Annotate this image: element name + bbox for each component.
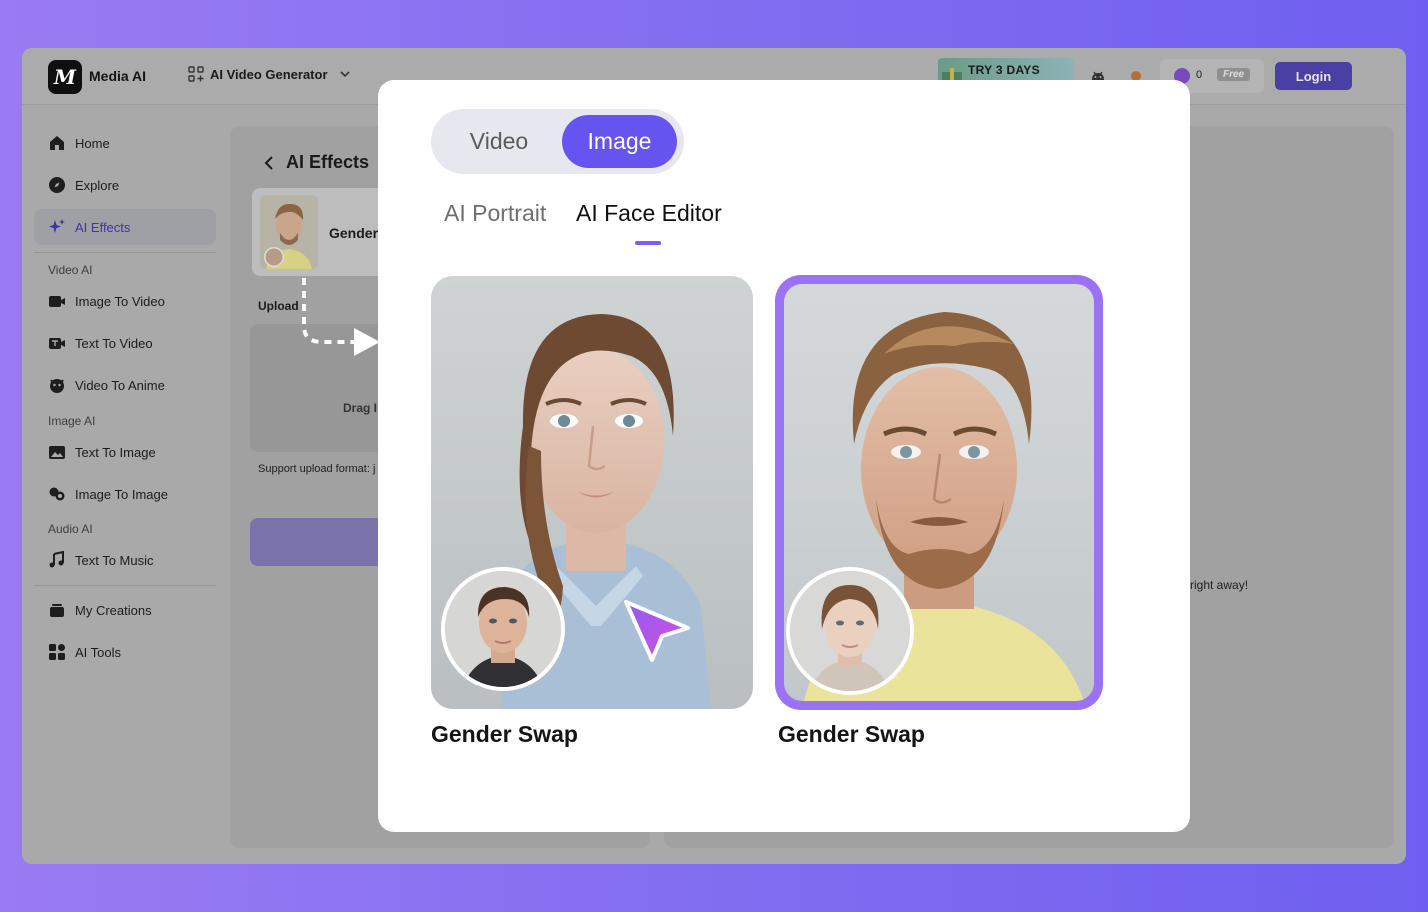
sidebar-item-label: My Creations: [75, 602, 152, 618]
anime-icon: [50, 379, 64, 393]
page-title: AI Effects: [286, 152, 370, 172]
segment-image[interactable]: Image: [562, 115, 677, 168]
sidebar-item-label: Video To Anime: [75, 377, 165, 393]
effect-thumbnail: [260, 195, 318, 269]
tools-icon: [49, 644, 65, 660]
card-label-male: Gender Swap: [778, 721, 925, 747]
sidebar-item-label: Home: [75, 135, 110, 151]
compass-icon: [49, 177, 65, 193]
sidebar-divider: [34, 585, 216, 586]
avatar-image-male: [445, 571, 561, 687]
music-icon: [49, 551, 64, 568]
card-label-female: Gender Swap: [431, 721, 578, 747]
promo-text: TRY 3 DAYS: [968, 63, 1040, 77]
sidebar-item-label: Text To Video: [75, 335, 153, 351]
sidebar-item-text-to-music[interactable]: Text To Music: [34, 542, 216, 578]
home-icon: [50, 136, 64, 150]
sidebar-item-text-to-image[interactable]: Text To Image: [34, 434, 216, 470]
login-button[interactable]: Login: [1275, 62, 1352, 90]
support-format-text: Support upload format: j: [258, 463, 376, 475]
free-badge: Free: [1217, 68, 1251, 81]
tab-ai-face-editor[interactable]: AI Face Editor: [576, 200, 722, 227]
card-image-frame: [784, 284, 1094, 701]
sidebar-item-video-to-anime[interactable]: Video To Anime: [34, 367, 216, 403]
logo-icon[interactable]: M: [48, 60, 82, 94]
cursor-pointer-icon: [624, 600, 690, 662]
sidebar-item-text-to-video[interactable]: Text To Video: [34, 325, 216, 361]
avatar-image-female: [790, 571, 910, 691]
section-label-audio-ai: Audio AI: [48, 522, 93, 536]
sidebar-item-image-to-image[interactable]: Image To Image: [34, 476, 216, 512]
effect-picker-modal: Video Image AI Portrait AI Face Editor G…: [378, 80, 1190, 832]
image-image-icon: [49, 487, 65, 501]
sidebar-item-explore[interactable]: Explore: [34, 167, 216, 203]
gender-swap-card-male[interactable]: [775, 275, 1103, 710]
text-video-icon: [49, 338, 65, 349]
sidebar-item-ai-effects[interactable]: AI Effects: [34, 209, 216, 245]
section-label-video-ai: Video AI: [48, 263, 93, 277]
sidebar-item-label: Text To Image: [75, 444, 156, 460]
sidebar-item-label: Image To Video: [75, 293, 165, 309]
chevron-left-icon[interactable]: [262, 155, 276, 171]
sidebar-item-label: Explore: [75, 177, 120, 193]
source-face-avatar: [441, 567, 565, 691]
media-type-toggle: Video Image: [431, 109, 684, 174]
sidebar-item-label: AI Tools: [75, 644, 122, 660]
drop-zone-text: Drag I: [343, 401, 378, 415]
source-face-avatar: [786, 567, 914, 695]
creations-icon: [50, 604, 64, 617]
tab-active-indicator: [635, 241, 661, 245]
sidebar-divider: [34, 252, 216, 253]
tab-ai-portrait[interactable]: AI Portrait: [444, 200, 546, 227]
preview-hint-text: right away!: [1190, 578, 1249, 592]
generator-menu[interactable]: AI Video Generator: [188, 66, 352, 82]
sidebar-item-image-to-video[interactable]: Image To Video: [34, 283, 216, 319]
sidebar-item-label: AI Effects: [75, 219, 131, 235]
credit-count: 0: [1196, 69, 1203, 81]
effect-name: Gender: [329, 225, 379, 241]
dashed-arrow-icon: [302, 278, 380, 356]
back-title[interactable]: AI Effects: [262, 152, 369, 173]
grid-icon: [188, 66, 204, 82]
segment-video[interactable]: Video: [439, 115, 559, 168]
sparkle-icon: [49, 219, 65, 233]
sidebar-item-label: Image To Image: [75, 486, 168, 502]
sidebar: Home Explore AI Effects Video AI Image T…: [22, 105, 230, 864]
sidebar-item-ai-tools[interactable]: AI Tools: [34, 634, 216, 670]
text-image-icon: [49, 446, 65, 459]
sidebar-item-home[interactable]: Home: [34, 125, 216, 161]
generator-menu-label: AI Video Generator: [210, 66, 328, 82]
sidebar-item-label: Text To Music: [75, 552, 154, 568]
logo-text[interactable]: Media AI: [89, 68, 146, 84]
section-label-image-ai: Image AI: [48, 414, 96, 428]
gender-swap-card-female[interactable]: [431, 276, 753, 709]
sidebar-item-my-creations[interactable]: My Creations: [34, 592, 216, 628]
chevron-down-icon: [339, 71, 350, 78]
image-video-icon: [49, 296, 65, 307]
